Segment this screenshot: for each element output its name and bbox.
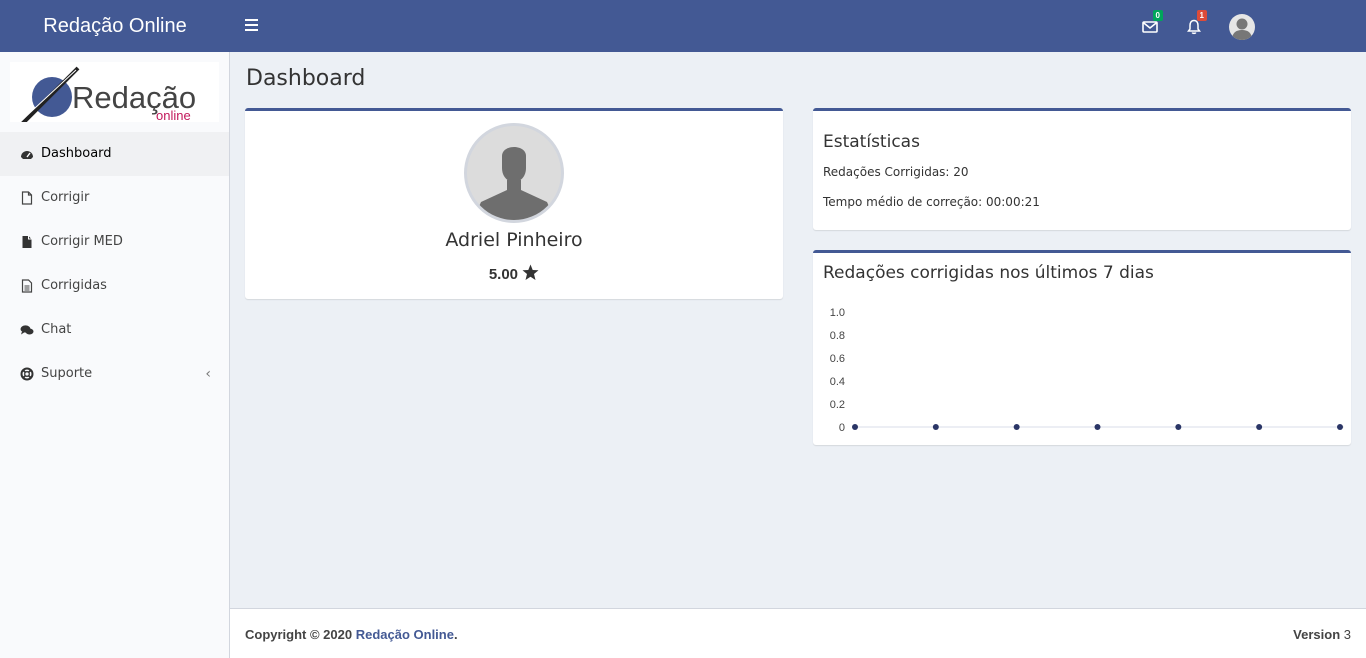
notifications-button[interactable]: 1 [1184,10,1207,36]
hamburger-line [245,24,258,26]
sidebar-item-label: Suporte [41,366,93,381]
data-point[interactable] [852,424,858,430]
user-silhouette-icon [473,147,555,220]
user-menu-avatar[interactable] [1229,14,1255,40]
redacao-online-logo: Redação online [16,66,196,130]
sidebar-logo[interactable]: Redação online [10,62,219,130]
sidebar: Redação online Dashboard Corrigir Corrig… [0,52,230,658]
footer-version: Version 3 [1293,627,1351,642]
stats-card: Estatísticas Redações Corrigidas: 20 Tem… [813,108,1351,230]
life-ring-icon [20,367,34,381]
chevron-left-icon: ‹ [205,366,211,382]
sidebar-item-label: Corrigidas [41,278,107,293]
messages-count-badge: 0 [1152,10,1163,21]
file-filled-icon [22,236,32,248]
y-tick-label: 0 [839,422,845,434]
sidebar-item-chat[interactable]: Chat [0,308,229,352]
y-tick-label: 0.2 [830,399,845,411]
envelope-icon [1142,21,1158,33]
stats-title: Estatísticas [823,132,920,152]
comments-icon [20,325,34,335]
footer: Copyright © 2020 Redação Online. Version… [230,608,1366,658]
data-point[interactable] [932,424,939,430]
dashboard-icon [21,151,33,159]
version-value: 3 [1343,627,1351,642]
profile-card: Adriel Pinheiro 5.00 [245,108,783,299]
sidebar-item-label: Dashboard [41,146,112,161]
y-tick-label: 0.4 [830,376,845,388]
version-label: Version [1293,627,1341,642]
sidebar-item-dashboard[interactable]: Dashboard [0,132,229,176]
profile-rating: 5.00 [245,264,783,283]
y-tick-label: 1.0 [830,307,845,319]
svg-text:online: online [156,108,191,122]
bell-icon [1187,19,1201,35]
profile-avatar [464,123,564,223]
sidebar-item-label: Corrigir MED [41,234,123,249]
user-silhouette-icon [1232,18,1252,40]
sidebar-item-label: Chat [41,322,72,337]
sidebar-item-corrigir-med[interactable]: Corrigir MED [0,220,229,264]
top-navbar: Redação Online 0 1 [0,0,1366,52]
footer-copyright: Copyright © 2020 Redação Online. [245,627,458,642]
y-tick-label: 0.8 [830,330,845,342]
copyright-suffix: . [453,627,458,642]
rating-value: 5.00 [488,266,519,283]
file-outline-icon [21,191,33,205]
notifications-count-badge: 1 [1196,10,1207,21]
copyright-prefix: Copyright © 2020 [245,627,356,642]
sidebar-item-suporte[interactable]: Suporte ‹ [0,352,229,396]
sidebar-menu: Dashboard Corrigir Corrigir MED Corrigid… [0,132,229,396]
file-text-icon [21,279,33,293]
y-tick-label: 0.6 [830,353,845,365]
sidebar-toggle-button[interactable] [243,16,259,36]
chart-title: Redações corrigidas nos últimos 7 dias [823,263,1154,283]
hamburger-line [245,19,258,21]
messages-button[interactable]: 0 [1140,10,1163,36]
line-chart: 1.0 0.8 0.6 0.4 0.2 0 [830,307,1344,434]
data-point[interactable] [1094,424,1101,430]
profile-name: Adriel Pinheiro [445,229,583,251]
stat-average-time: Tempo médio de correção: 00:00:21 [823,195,1040,209]
star-icon [522,264,539,280]
stat-corrected: Redações Corrigidas: 20 [823,165,969,179]
data-point[interactable] [1337,424,1343,430]
brand-title[interactable]: Redação Online [0,0,230,52]
sidebar-item-label: Corrigir [41,190,90,205]
page-title: Dashboard [246,66,366,91]
data-point[interactable] [1013,424,1020,430]
sidebar-item-corrigir[interactable]: Corrigir [0,176,229,220]
hamburger-line [245,29,258,31]
copyright-link[interactable]: Redação Online [356,627,454,642]
chart-card: Redações corrigidas nos últimos 7 dias 1… [813,250,1351,445]
data-point[interactable] [1256,424,1263,430]
data-point[interactable] [1175,424,1182,430]
sidebar-item-corrigidas[interactable]: Corrigidas [0,264,229,308]
